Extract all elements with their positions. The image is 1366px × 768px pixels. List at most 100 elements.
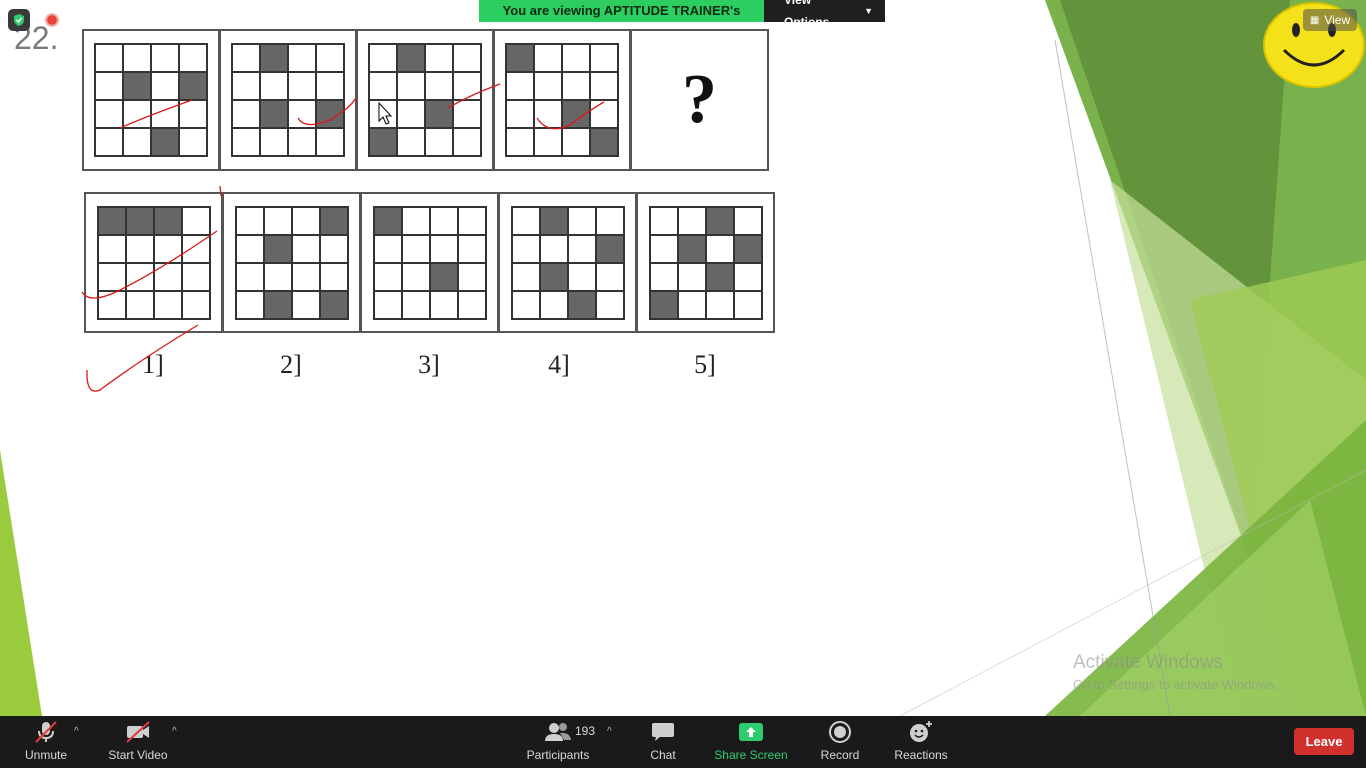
recording-icon — [45, 13, 59, 27]
record-button[interactable]: Record — [815, 716, 865, 768]
chat-button[interactable]: Chat — [643, 716, 683, 768]
empty-square — [232, 72, 260, 100]
empty-square — [539, 290, 568, 319]
empty-square — [506, 100, 534, 128]
start-video-label: Start Video — [108, 748, 168, 762]
chat-icon — [648, 720, 678, 744]
share-screen-icon — [736, 720, 766, 744]
empty-square — [291, 290, 320, 319]
reactions-icon — [906, 720, 936, 744]
shaded-square — [590, 128, 618, 156]
leave-button[interactable]: Leave — [1294, 728, 1354, 755]
empty-square — [511, 262, 540, 291]
empty-square — [705, 290, 734, 319]
empty-square — [232, 100, 260, 128]
empty-square — [95, 44, 123, 72]
shaded-square — [263, 290, 292, 319]
participants-count: 193 — [575, 724, 596, 738]
shaded-square — [506, 44, 534, 72]
shaded-square — [733, 234, 762, 263]
empty-square — [369, 100, 397, 128]
empty-square — [125, 290, 154, 319]
empty-square — [733, 206, 762, 235]
unmute-button[interactable]: Unmute — [18, 716, 74, 768]
view-options-button[interactable]: View Options ▼ — [764, 0, 885, 29]
answer-figure[interactable] — [636, 192, 775, 333]
empty-square — [429, 290, 458, 319]
empty-square — [567, 234, 596, 263]
empty-square — [453, 72, 481, 100]
answer-option-label: 3] — [418, 350, 440, 379]
shaded-square — [595, 234, 624, 263]
shaded-square — [260, 100, 288, 128]
empty-square — [288, 100, 316, 128]
screen-share-banner: You are viewing APTITUDE TRAINER's scree… — [479, 0, 885, 40]
empty-square — [590, 44, 618, 72]
empty-square — [425, 128, 453, 156]
reactions-button[interactable]: Reactions — [891, 716, 951, 768]
answer-option-label: 1] — [142, 350, 164, 379]
empty-square — [151, 44, 179, 72]
empty-square — [316, 128, 344, 156]
empty-square — [595, 206, 624, 235]
empty-square — [232, 128, 260, 156]
empty-square — [562, 72, 590, 100]
empty-square — [562, 128, 590, 156]
empty-square — [705, 234, 734, 263]
empty-square — [511, 206, 540, 235]
problem-grid — [505, 43, 619, 157]
shield-icon[interactable] — [8, 9, 30, 31]
activate-windows-watermark: Activate Windows Go to Settings to activ… — [1073, 652, 1278, 692]
participants-caret-icon[interactable]: ^ — [607, 726, 612, 737]
answer-figure[interactable] — [84, 192, 223, 333]
shaded-square — [539, 206, 568, 235]
share-screen-button[interactable]: Share Screen — [713, 716, 789, 768]
view-options-label: View Options — [784, 0, 830, 29]
empty-square — [453, 100, 481, 128]
video-options-caret-icon[interactable]: ^ — [172, 726, 177, 737]
empty-square — [153, 234, 182, 263]
shaded-square — [539, 262, 568, 291]
participants-icon — [543, 720, 573, 744]
empty-square — [125, 234, 154, 263]
shared-screen: 22. You are viewing APTITUDE TRAINER's s… — [0, 0, 1366, 768]
empty-square — [153, 262, 182, 291]
empty-square — [511, 234, 540, 263]
empty-square — [373, 234, 402, 263]
start-video-button[interactable]: Start Video — [104, 716, 172, 768]
audio-options-caret-icon[interactable]: ^ — [74, 726, 79, 737]
empty-square — [401, 234, 430, 263]
view-button[interactable]: ▦ View — [1303, 9, 1357, 31]
problem-figure — [82, 29, 220, 171]
empty-square — [562, 44, 590, 72]
empty-square — [401, 262, 430, 291]
muted-mic-icon — [31, 720, 61, 744]
empty-square — [263, 262, 292, 291]
answer-figure[interactable] — [222, 192, 361, 333]
empty-square — [567, 206, 596, 235]
answer-figure[interactable] — [360, 192, 499, 333]
empty-square — [649, 206, 678, 235]
empty-square — [97, 234, 126, 263]
empty-square — [425, 72, 453, 100]
empty-square — [125, 262, 154, 291]
empty-square — [457, 234, 486, 263]
empty-square — [151, 72, 179, 100]
answer-grid — [372, 205, 487, 320]
empty-square — [316, 72, 344, 100]
empty-square — [123, 100, 151, 128]
answer-figure[interactable] — [498, 192, 637, 333]
empty-square — [151, 100, 179, 128]
empty-square — [590, 72, 618, 100]
empty-square — [291, 206, 320, 235]
empty-square — [511, 290, 540, 319]
empty-square — [733, 290, 762, 319]
empty-square — [291, 262, 320, 291]
empty-square — [453, 44, 481, 72]
problem-grid — [368, 43, 482, 157]
chat-label: Chat — [650, 748, 676, 762]
empty-square — [123, 128, 151, 156]
shaded-square — [179, 72, 207, 100]
watermark-subtitle: Go to Settings to activate Windows. — [1073, 677, 1279, 692]
shaded-square — [369, 128, 397, 156]
